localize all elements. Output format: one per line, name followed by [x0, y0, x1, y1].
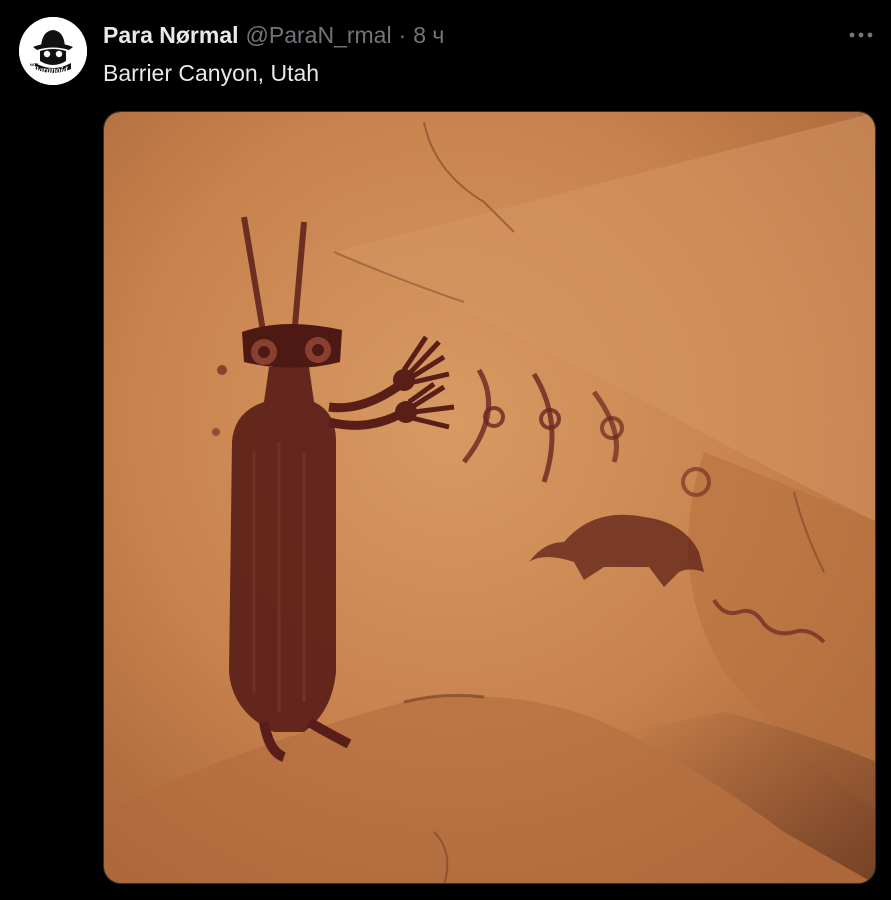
separator-dot: ·: [398, 22, 407, 48]
paranoid-logo-icon: NOT Paranoid: [19, 17, 87, 85]
rock-art-photo: [104, 112, 875, 883]
logo-text: Paranoid: [33, 65, 68, 75]
more-options-button[interactable]: [846, 24, 876, 46]
user-handle[interactable]: @ParaN_rmal: [246, 20, 392, 50]
tweet-header: Para Nørmal @ParaN_rmal · 8 ч: [103, 20, 444, 50]
tweet-media[interactable]: [103, 111, 876, 884]
more-dots-icon: [849, 32, 873, 38]
display-name[interactable]: Para Nørmal: [103, 20, 239, 50]
timestamp[interactable]: 8 ч: [413, 20, 444, 50]
avatar[interactable]: NOT Paranoid: [19, 17, 87, 85]
tweet-text: Barrier Canyon, Utah: [103, 60, 320, 86]
